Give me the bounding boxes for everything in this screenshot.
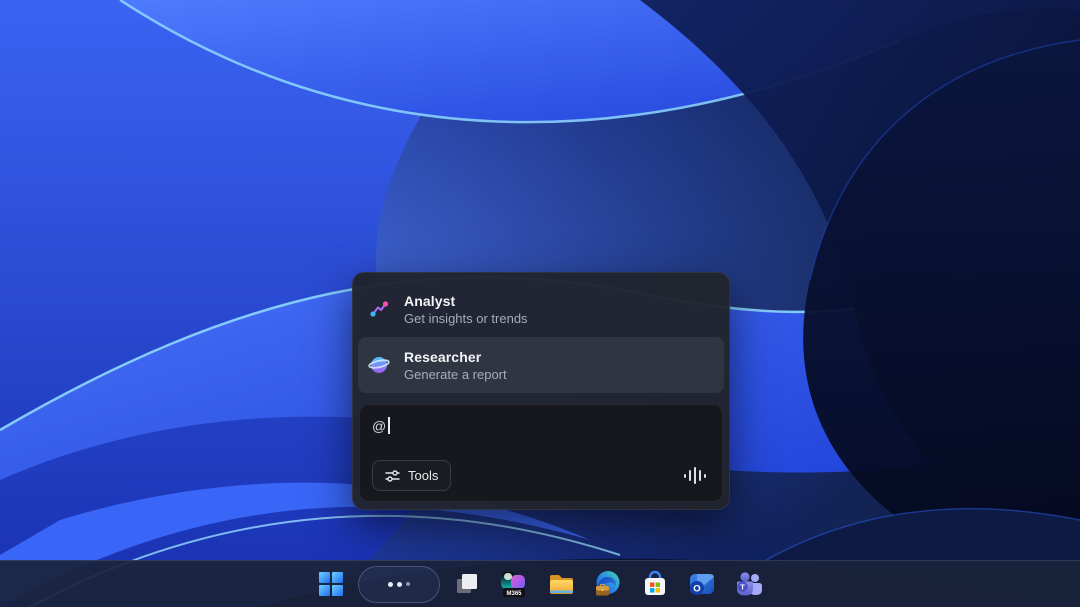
agent-subtitle: Generate a report (404, 367, 507, 382)
text-cursor (388, 417, 390, 434)
agent-item-text: Researcher Generate a report (404, 349, 507, 382)
taskbar: M365 (0, 560, 1080, 607)
taskbar-icon-row: M365 (311, 564, 769, 604)
teams-icon: T (734, 569, 764, 599)
tools-button[interactable]: Tools (372, 460, 451, 491)
sliders-icon (385, 469, 400, 483)
search-pill[interactable] (358, 566, 440, 603)
task-view-button[interactable] (447, 564, 487, 604)
planet-icon (368, 354, 390, 376)
windows-logo-icon (318, 571, 344, 597)
file-explorer-icon (547, 570, 575, 598)
store-button[interactable] (635, 564, 675, 604)
agent-suggestion-list: Analyst Get insights or trends Researche… (353, 273, 729, 397)
desktop: Analyst Get insights or trends Researche… (0, 0, 1080, 607)
teams-letter: T (740, 582, 745, 591)
teams-button[interactable]: T (729, 564, 769, 604)
prompt-input-box[interactable]: @ Tools (359, 404, 723, 502)
task-view-icon (454, 571, 480, 597)
outlook-button[interactable]: O (682, 564, 722, 604)
m365-copilot-icon: M365 (498, 568, 530, 600)
prompt-input-value[interactable]: @ (372, 418, 386, 434)
agent-item-analyst[interactable]: Analyst Get insights or trends (358, 281, 724, 337)
agent-item-researcher[interactable]: Researcher Generate a report (358, 337, 724, 393)
edge-button[interactable] (588, 564, 628, 604)
typing-dot (388, 582, 393, 587)
agent-title: Researcher (404, 349, 507, 365)
agent-item-text: Analyst Get insights or trends (404, 293, 528, 326)
typing-dot (406, 582, 410, 586)
edge-icon (593, 569, 623, 599)
copilot-flyout: Analyst Get insights or trends Researche… (352, 272, 730, 510)
outlook-icon: O (687, 569, 717, 599)
voice-waveform-icon[interactable] (684, 466, 711, 486)
m365-badge-label: M365 (506, 591, 522, 597)
tools-button-label: Tools (408, 468, 438, 483)
prompt-line[interactable]: @ (372, 417, 710, 434)
typing-dot (397, 582, 402, 587)
outlook-letter: O (693, 583, 700, 594)
agent-title: Analyst (404, 293, 528, 309)
file-explorer-button[interactable] (541, 564, 581, 604)
prompt-controls: Tools (372, 460, 710, 491)
trend-icon (368, 298, 390, 320)
work-briefcase-badge (596, 585, 609, 596)
start-button[interactable] (311, 564, 351, 604)
agent-subtitle: Get insights or trends (404, 311, 528, 326)
m365-copilot-button[interactable]: M365 (494, 564, 534, 604)
store-icon (641, 570, 669, 598)
